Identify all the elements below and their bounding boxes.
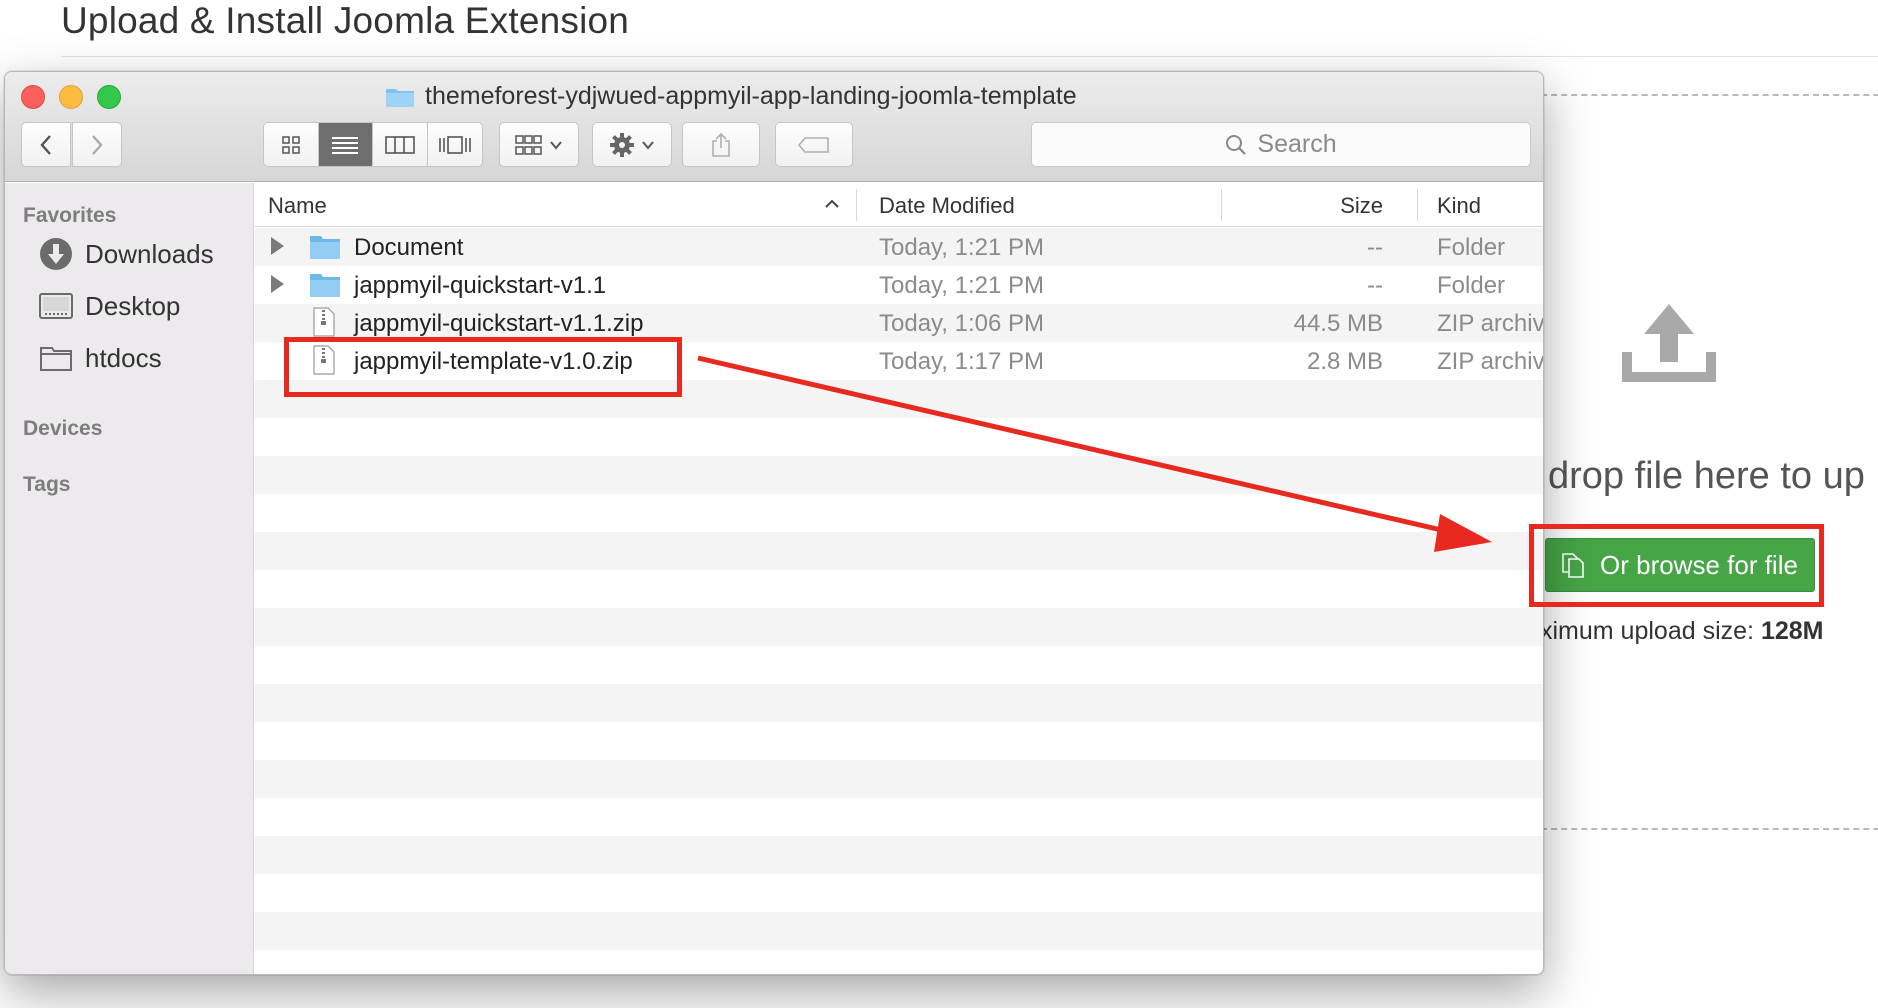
file-date: Today, 1:21 PM: [879, 234, 1044, 261]
back-button[interactable]: [21, 122, 71, 167]
highlight-box-browse-button: [1529, 524, 1824, 607]
sidebar-item-label: Desktop: [85, 290, 181, 321]
column-divider[interactable]: [1221, 189, 1222, 221]
column-kind-header[interactable]: Kind: [1437, 193, 1481, 219]
file-list: Name Date Modified Size Kind Document To…: [255, 183, 1543, 974]
view-mode-control: [263, 122, 483, 167]
file-name: jappmyil-quickstart-v1.1.zip: [354, 310, 644, 337]
window-title: themeforest-ydjwued-appmyil-app-landing-…: [385, 82, 1077, 111]
folder-icon: [386, 88, 414, 107]
sort-ascending-icon: [825, 199, 839, 208]
sidebar-item-downloads[interactable]: Downloads: [39, 237, 214, 271]
file-row-document[interactable]: Document Today, 1:21 PM -- Folder: [255, 228, 1543, 266]
file-date: Today, 1:21 PM: [879, 272, 1044, 299]
minimize-window-button[interactable]: [59, 85, 83, 109]
column-view-icon: [384, 135, 415, 154]
desktop-icon: [39, 293, 73, 319]
sidebar-item-htdocs[interactable]: htdocs: [39, 341, 162, 375]
disclosure-triangle-icon[interactable]: [271, 237, 284, 255]
max-upload-size: ximum upload size: 128M: [1540, 617, 1823, 646]
page-title: Upload & Install Joomla Extension: [61, 0, 630, 41]
highlight-box-template-zip: [284, 337, 682, 397]
downloads-icon: [40, 238, 72, 270]
finder-sidebar: Favorites Downloads Desktop htdocs Devic…: [5, 183, 254, 974]
file-date: Today, 1:06 PM: [879, 310, 1044, 337]
folder-icon: [40, 347, 72, 371]
column-size-header[interactable]: Size: [1340, 193, 1383, 219]
cover-flow-icon: [438, 135, 471, 154]
search-icon: [1226, 134, 1247, 155]
sidebar-item-label: Downloads: [85, 238, 214, 269]
list-view-button[interactable]: [318, 123, 373, 166]
file-size: --: [1367, 272, 1383, 299]
folder-icon: [310, 236, 340, 259]
close-window-button[interactable]: [21, 85, 45, 109]
share-button[interactable]: [682, 122, 760, 167]
sidebar-item-desktop[interactable]: Desktop: [39, 289, 180, 323]
finder-window: themeforest-ydjwued-appmyil-app-landing-…: [4, 71, 1544, 975]
tags-button[interactable]: [775, 122, 853, 167]
chevron-down-icon: [642, 140, 654, 150]
file-name: jappmyil-quickstart-v1.1: [354, 272, 607, 299]
file-kind: Folder: [1437, 234, 1506, 261]
search-placeholder: Search: [1257, 130, 1337, 158]
file-size: 2.8 MB: [1306, 348, 1383, 375]
column-date-header[interactable]: Date Modified: [879, 193, 1015, 219]
column-name-header[interactable]: Name: [268, 193, 327, 219]
list-view-icon: [332, 136, 359, 154]
chevron-left-icon: [40, 134, 51, 155]
column-divider[interactable]: [1417, 189, 1418, 221]
column-divider[interactable]: [856, 189, 857, 221]
disclosure-triangle-icon[interactable]: [271, 275, 284, 293]
chevron-right-icon: [92, 134, 103, 155]
sidebar-heading-tags: Tags: [23, 473, 71, 496]
file-row-quickstart-folder[interactable]: jappmyil-quickstart-v1.1 Today, 1:21 PM …: [255, 266, 1543, 304]
upload-size-value: 128M: [1760, 617, 1824, 645]
column-view-button[interactable]: [373, 123, 428, 166]
chevron-down-icon: [550, 140, 562, 150]
drop-instruction: drop file here to up: [1548, 455, 1865, 497]
file-kind: Folder: [1437, 272, 1506, 299]
tag-icon: [797, 136, 829, 153]
cover-flow-button[interactable]: [428, 123, 483, 166]
zoom-window-button[interactable]: [97, 85, 121, 109]
share-icon: [712, 132, 730, 157]
upload-size-label: ximum upload size:: [1540, 617, 1761, 645]
sidebar-heading-favorites: Favorites: [23, 204, 117, 227]
sidebar-item-label: htdocs: [85, 342, 162, 373]
action-menu-button[interactable]: [592, 122, 672, 167]
arrange-button[interactable]: [499, 122, 579, 167]
icon-view-button[interactable]: [264, 123, 319, 166]
file-kind: ZIP archiv: [1437, 348, 1544, 375]
title-divider: [61, 56, 1878, 57]
arrange-grid-icon: [515, 134, 542, 155]
window-title-text: themeforest-ydjwued-appmyil-app-landing-…: [425, 82, 1077, 110]
file-name: Document: [354, 234, 464, 261]
gear-icon: [610, 132, 634, 157]
finder-toolbar: themeforest-ydjwued-appmyil-app-landing-…: [5, 72, 1543, 182]
file-date: Today, 1:17 PM: [879, 348, 1044, 375]
zip-file-icon: [313, 307, 335, 337]
file-size: --: [1367, 234, 1383, 261]
forward-button[interactable]: [72, 122, 122, 167]
file-kind: ZIP archiv: [1437, 310, 1544, 337]
sidebar-heading-devices: Devices: [23, 417, 103, 440]
file-size: 44.5 MB: [1293, 310, 1383, 337]
upload-icon: [1622, 304, 1716, 382]
grid-view-icon: [282, 135, 300, 154]
search-field[interactable]: Search: [1031, 122, 1531, 167]
folder-icon: [310, 274, 340, 297]
column-header: Name Date Modified Size Kind: [255, 183, 1543, 227]
